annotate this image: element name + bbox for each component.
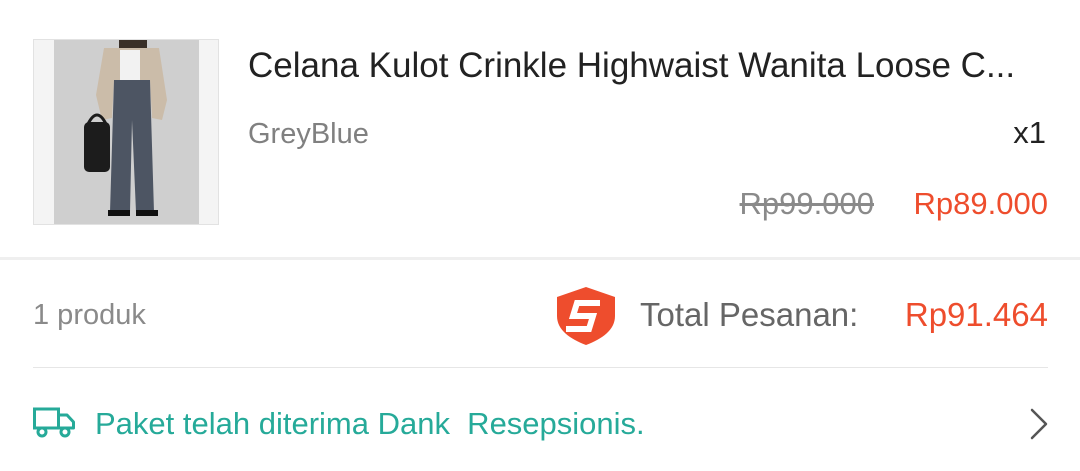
shopee-guarantee-shield-icon <box>557 287 615 345</box>
product-variation: GreyBlue <box>248 118 369 150</box>
product-title: Celana Kulot Crinkle Highwaist Wanita Lo… <box>248 46 1016 85</box>
original-price: Rp99.000 <box>739 186 874 221</box>
chevron-right-icon[interactable] <box>1030 408 1048 440</box>
product-quantity: x1 <box>1013 115 1046 150</box>
product-count: 1 produk <box>33 299 146 331</box>
discounted-price: Rp89.000 <box>913 186 1048 221</box>
shipping-status-text: Paket telah diterima Dank Resepsionis. <box>95 406 645 441</box>
order-total-label: Total Pesanan: <box>640 296 859 333</box>
product-photo <box>34 40 218 224</box>
product-thumbnail[interactable] <box>33 39 219 225</box>
truck-icon <box>33 407 75 438</box>
order-total-value: Rp91.464 <box>904 296 1048 333</box>
order-product-row[interactable]: Celana Kulot Crinkle Highwaist Wanita Lo… <box>0 0 1080 258</box>
section-divider <box>0 257 1080 260</box>
shipping-status-row[interactable]: Paket telah diterima Dank Resepsionis. <box>0 368 1080 471</box>
